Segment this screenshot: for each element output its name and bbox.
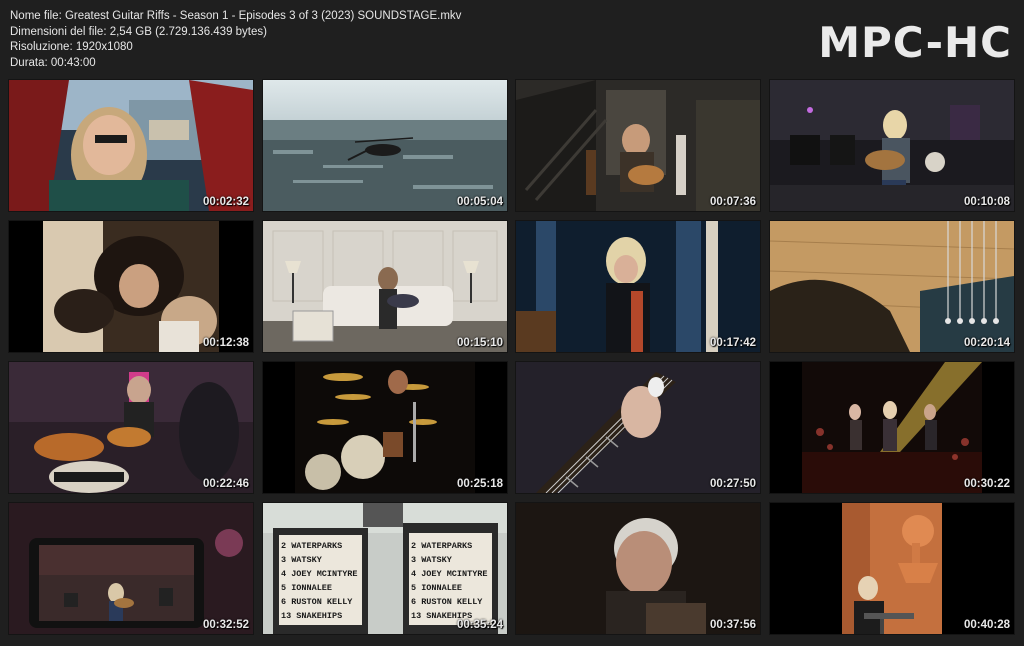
thumbnail-1[interactable]: 00:02:32 <box>9 80 253 211</box>
thumbnail-image <box>770 221 1014 352</box>
thumbnail-image <box>516 221 760 352</box>
thumbnail-13[interactable]: 00:32:52 <box>9 503 253 634</box>
thumbnail-image <box>516 362 760 493</box>
marquee-left-line-6: 13 SNAKEHIPS <box>281 611 342 621</box>
thumbnail-11[interactable]: 00:27:50 <box>516 362 760 493</box>
timestamp-label: 00:27:50 <box>709 478 756 490</box>
thumbnail-15[interactable]: 00:37:56 <box>516 503 760 634</box>
marquee-right-line-5: 6 RUSTON KELLY <box>411 597 483 607</box>
timestamp-label: 00:02:32 <box>202 196 249 208</box>
thumbnail-16[interactable]: 00:40:28 <box>770 503 1014 634</box>
thumbnail-10[interactable]: 00:25:18 <box>263 362 507 493</box>
thumbnail-image <box>9 362 253 493</box>
thumbnail-3[interactable]: 00:07:36 <box>516 80 760 211</box>
timestamp-label: 00:22:46 <box>202 478 249 490</box>
file-info-panel: Nome file: Greatest Guitar Riffs - Seaso… <box>10 9 461 71</box>
marquee-right-line-4: 5 IONNALEE <box>411 583 462 593</box>
file-size-text: Dimensioni del file: 2,54 GB (2.729.136.… <box>10 25 267 38</box>
marquee-right-line-2: 3 WATSKY <box>411 555 453 565</box>
marquee-left-line-3: 4 JOEY MCINTYRE <box>281 569 358 579</box>
marquee-left-line-1: 2 WATERPARKS <box>281 541 342 551</box>
timestamp-label: 00:17:42 <box>709 337 756 349</box>
app-logo: MPC-HC <box>818 18 1012 67</box>
thumbnail-image <box>516 503 760 634</box>
marquee-right-line-3: 4 JOEY MCINTYRE <box>411 569 488 579</box>
thumbnail-image <box>263 221 507 352</box>
thumbnail-5[interactable]: 00:12:38 <box>9 221 253 352</box>
thumbnail-image: 2 WATERPARKS 3 WATSKY 4 JOEY MCINTYRE 5 … <box>263 503 507 634</box>
timestamp-label: 00:32:52 <box>202 619 249 631</box>
thumbnail-image <box>770 503 1014 634</box>
thumbnail-7[interactable]: 00:17:42 <box>516 221 760 352</box>
timestamp-label: 00:12:38 <box>202 337 249 349</box>
thumbnail-2[interactable]: 00:05:04 <box>263 80 507 211</box>
thumbnail-9[interactable]: 00:22:46 <box>9 362 253 493</box>
thumbnail-image <box>9 221 253 352</box>
thumbnail-image <box>516 80 760 211</box>
marquee-left-line-2: 3 WATSKY <box>281 555 323 565</box>
duration-text: Durata: 00:43:00 <box>10 56 96 69</box>
thumbnail-6[interactable]: 00:15:10 <box>263 221 507 352</box>
thumbnail-4[interactable]: 00:10:08 <box>770 80 1014 211</box>
thumbnail-image <box>770 362 1014 493</box>
timestamp-label: 00:30:22 <box>963 478 1010 490</box>
thumbnail-image <box>9 503 253 634</box>
thumbnail-image <box>9 80 253 211</box>
timestamp-label: 00:07:36 <box>709 196 756 208</box>
timestamp-label: 00:05:04 <box>456 196 503 208</box>
timestamp-label: 00:35:24 <box>456 619 503 631</box>
timestamp-label: 00:25:18 <box>456 478 503 490</box>
thumbnail-image <box>770 80 1014 211</box>
thumbnail-image <box>263 80 507 211</box>
timestamp-label: 00:20:14 <box>963 337 1010 349</box>
marquee-left-line-4: 5 IONNALEE <box>281 583 332 593</box>
marquee-right-line-1: 2 WATERPARKS <box>411 541 472 551</box>
thumbnail-grid: 00:02:32 00:05:04 00:07:36 00:10:08 00:1… <box>9 80 1015 635</box>
thumbnail-12[interactable]: 00:30:22 <box>770 362 1014 493</box>
thumbnail-8[interactable]: 00:20:14 <box>770 221 1014 352</box>
file-name-text: Nome file: Greatest Guitar Riffs - Seaso… <box>10 10 462 22</box>
timestamp-label: 00:40:28 <box>963 619 1010 631</box>
resolution-text: Risoluzione: 1920x1080 <box>10 41 133 53</box>
thumbnail-14[interactable]: 2 WATERPARKS 3 WATSKY 4 JOEY MCINTYRE 5 … <box>263 503 507 634</box>
marquee-left-line-5: 6 RUSTON KELLY <box>281 597 353 607</box>
timestamp-label: 00:15:10 <box>456 337 503 349</box>
timestamp-label: 00:10:08 <box>963 196 1010 208</box>
thumbnail-image <box>263 362 507 493</box>
timestamp-label: 00:37:56 <box>709 619 756 631</box>
